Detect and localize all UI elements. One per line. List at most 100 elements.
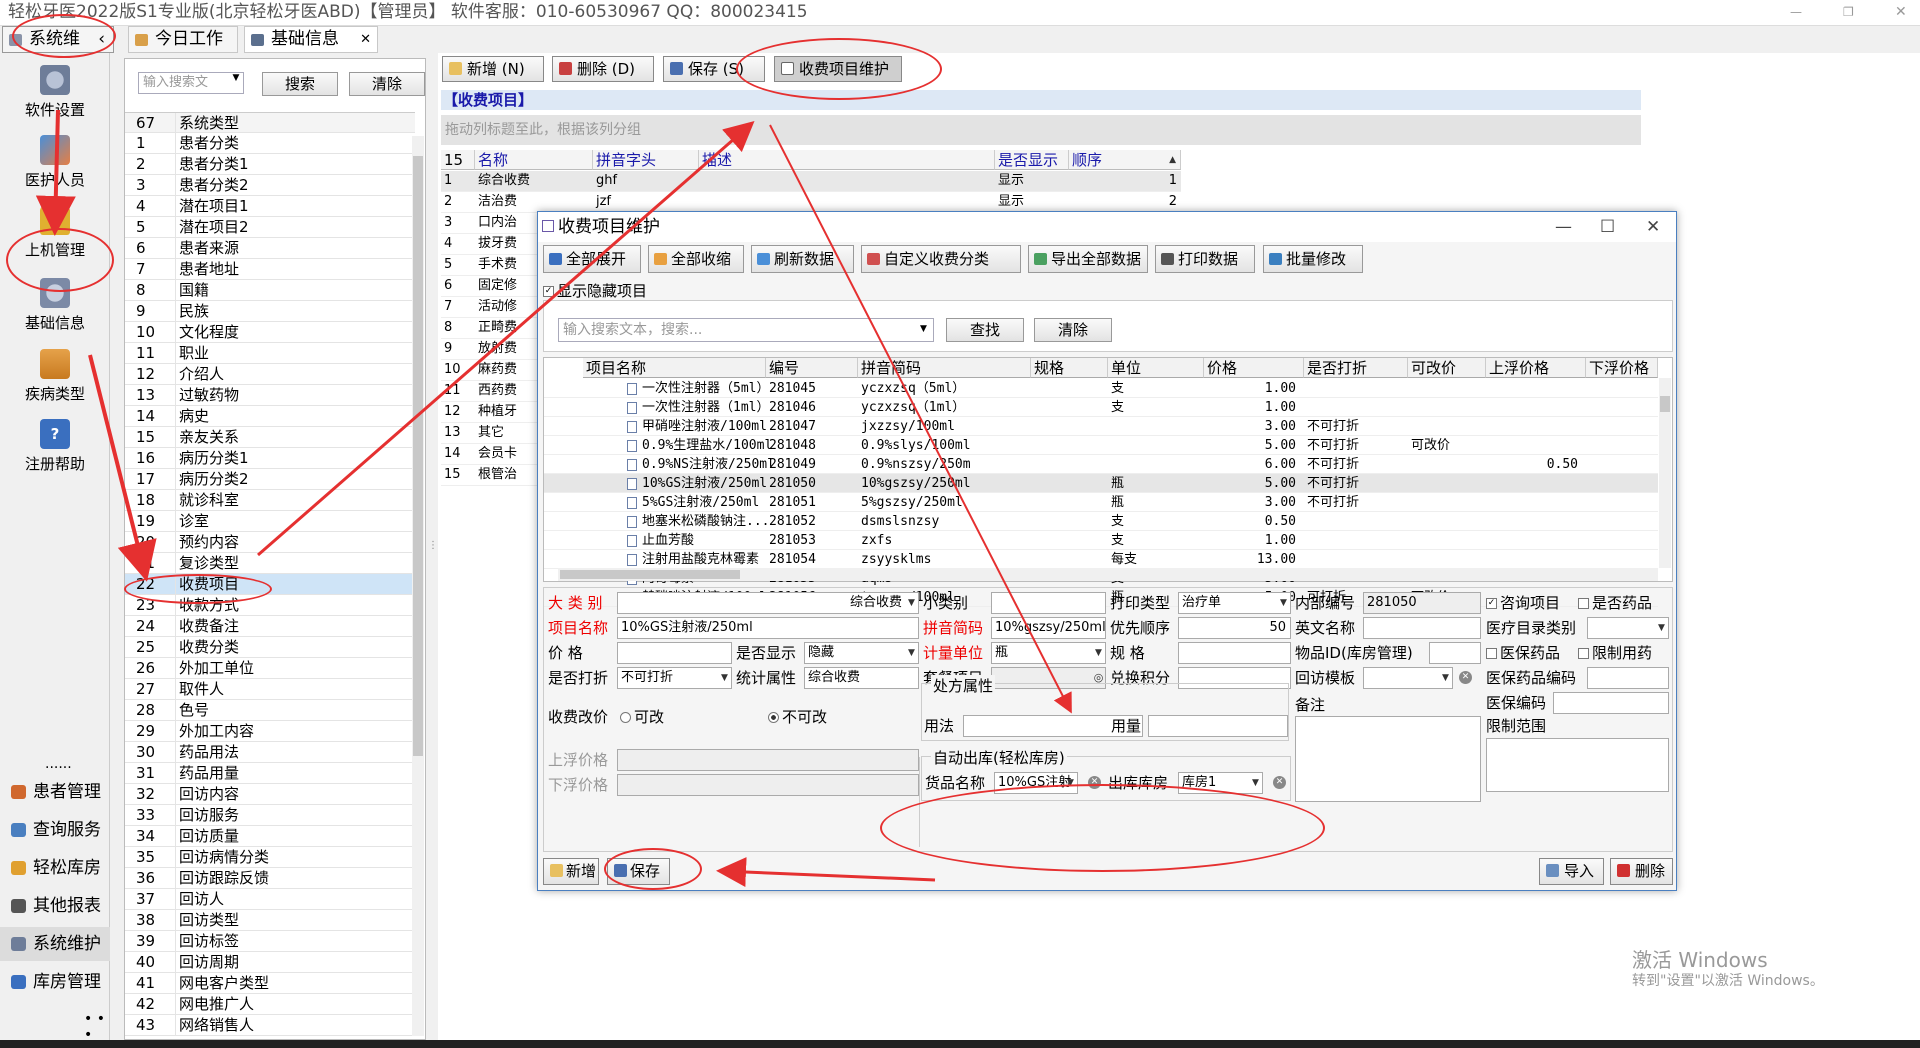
name-field[interactable]: 10%GS注射液/250ml: [617, 617, 919, 639]
custom-category-button[interactable]: 自定义收费分类: [861, 245, 1021, 273]
remark-textarea[interactable]: [1295, 716, 1481, 802]
col-order[interactable]: 顺序 ▲: [1069, 150, 1181, 170]
show-select[interactable]: 隐藏 ▼: [804, 642, 919, 664]
list-search-input[interactable]: 输入搜索文: [138, 72, 244, 94]
close-tab-icon[interactable]: ✕: [360, 27, 371, 52]
dialog-minimize-icon[interactable]: —: [1555, 212, 1572, 242]
list-scrollbar[interactable]: [412, 136, 424, 1036]
list-item[interactable]: 11 职业: [125, 343, 415, 364]
print-type-select[interactable]: 治疗单 ▼: [1178, 592, 1291, 614]
list-item[interactable]: 9 民族: [125, 301, 415, 322]
col-header[interactable]: 价格: [1204, 358, 1304, 378]
dialog-add-button[interactable]: 新增: [543, 858, 599, 885]
nav-disease-types[interactable]: 疾病类型: [0, 349, 110, 404]
ins-code-field[interactable]: [1553, 692, 1669, 714]
visit-tpl-select[interactable]: ▼: [1363, 667, 1453, 689]
list-item[interactable]: 43 网络销售人: [125, 1015, 415, 1036]
en-name-field[interactable]: [1363, 617, 1481, 639]
col-header[interactable]: 是否打折: [1304, 358, 1408, 378]
list-item[interactable]: 8 国籍: [125, 280, 415, 301]
dropdown-arrow-icon[interactable]: ▼: [920, 324, 927, 334]
dialog-import-button[interactable]: 导入: [1539, 858, 1604, 885]
list-item[interactable]: 27 取件人: [125, 679, 415, 700]
nav-system-maintain[interactable]: 系统维护: [0, 927, 110, 961]
dialog-search-input[interactable]: 输入搜索文本，搜索...: [558, 318, 934, 342]
discount-select[interactable]: 不可打折 ▼: [617, 667, 732, 689]
list-item[interactable]: 25 收费分类: [125, 637, 415, 658]
list-item[interactable]: 1 患者分类: [125, 133, 415, 154]
list-item[interactable]: 15 亲友关系: [125, 427, 415, 448]
list-item[interactable]: 29 外加工内容: [125, 721, 415, 742]
list-item[interactable]: 6 患者来源: [125, 238, 415, 259]
big-cat-select[interactable]: 综合收费 ▼: [617, 592, 919, 614]
clear-icon[interactable]: ✕: [1459, 671, 1472, 684]
print-data-button[interactable]: 打印数据: [1155, 245, 1255, 273]
list-item[interactable]: 40 回访周期: [125, 952, 415, 973]
expand-all-button[interactable]: 全部展开: [543, 245, 641, 273]
list-item[interactable]: 28 色号: [125, 700, 415, 721]
list-item[interactable]: 38 回访类型: [125, 910, 415, 931]
list-item[interactable]: 18 就诊科室: [125, 490, 415, 511]
price-field[interactable]: [617, 642, 732, 664]
dropdown-arrow-icon[interactable]: ▼: [230, 73, 242, 83]
list-item[interactable]: 7 患者地址: [125, 259, 415, 280]
nav-other-reports[interactable]: 其他报表: [0, 889, 110, 923]
items-vscroll[interactable]: [1659, 378, 1671, 568]
nav-software-settings[interactable]: 软件设置: [0, 65, 110, 120]
restore-icon[interactable]: ❐: [1843, 0, 1854, 24]
list-item[interactable]: 30 药品用法: [125, 742, 415, 763]
small-cat-field[interactable]: [991, 592, 1106, 614]
batch-edit-button[interactable]: 批量修改: [1263, 245, 1363, 273]
list-item[interactable]: 32 回访内容: [125, 784, 415, 805]
nav-medical-staff[interactable]: 医护人员: [0, 135, 110, 190]
scroll-thumb[interactable]: [413, 156, 423, 756]
list-item[interactable]: 16 病历分类1: [125, 448, 415, 469]
spec-field[interactable]: [1178, 642, 1291, 664]
list-item[interactable]: 24 收费备注: [125, 616, 415, 637]
dialog-clear-button[interactable]: 清除: [1034, 318, 1112, 342]
ins-drug-code-field[interactable]: [1587, 667, 1669, 689]
find-button[interactable]: 查找: [946, 318, 1024, 342]
nav-easy-warehouse[interactable]: 轻松库房: [0, 851, 110, 885]
nav-register-help[interactable]: ? 注册帮助: [0, 419, 110, 474]
col-header[interactable]: 下浮价格: [1586, 358, 1658, 378]
list-item[interactable]: 14 病史: [125, 406, 415, 427]
more-icon[interactable]: • • •: [84, 1011, 109, 1043]
refresh-data-button[interactable]: 刷新数据: [751, 245, 854, 273]
dialog-delete-button[interactable]: 删除: [1610, 858, 1673, 885]
add-button[interactable]: 新增 (N): [442, 56, 544, 82]
items-hscroll[interactable]: [558, 568, 1658, 581]
col-name[interactable]: 名称: [475, 150, 593, 170]
consult-checkbox[interactable]: ✓ 咨询项目: [1486, 592, 1560, 614]
priority-field[interactable]: 50: [1178, 617, 1291, 639]
list-item[interactable]: 12 介绍人: [125, 364, 415, 385]
list-item[interactable]: 31 药品用量: [125, 763, 415, 784]
col-header[interactable]: 编号: [766, 358, 858, 378]
list-item[interactable]: 35 回访病情分类: [125, 847, 415, 868]
col-desc[interactable]: 描述: [699, 150, 995, 170]
list-item[interactable]: 3 患者分类2: [125, 175, 415, 196]
dosage-field[interactable]: [1148, 715, 1288, 737]
clear-icon[interactable]: ✕: [1273, 776, 1286, 789]
list-item[interactable]: 20 预约内容: [125, 532, 415, 553]
py-field[interactable]: 10%gszsy/250ml: [991, 617, 1106, 639]
scroll-thumb[interactable]: [1660, 396, 1670, 412]
list-item[interactable]: 33 回访服务: [125, 805, 415, 826]
scroll-thumb[interactable]: [560, 570, 740, 579]
list-item[interactable]: 41 网电客户类型: [125, 973, 415, 994]
minimize-icon[interactable]: —: [1790, 0, 1802, 24]
col-header[interactable]: 拼音简码: [858, 358, 1031, 378]
list-item[interactable]: 2 患者分类1: [125, 154, 415, 175]
list-clear-button[interactable]: 清除: [349, 72, 425, 96]
close-icon[interactable]: ✕: [1895, 0, 1907, 24]
restrict-checkbox[interactable]: 限制用药: [1578, 642, 1652, 664]
med-cat-select[interactable]: ▼: [1587, 617, 1669, 639]
delete-button[interactable]: 删除 (D): [552, 56, 654, 82]
dialog-maximize-icon[interactable]: ☐: [1600, 212, 1615, 242]
list-item[interactable]: 5 潜在项目2: [125, 217, 415, 238]
list-item[interactable]: 26 外加工单位: [125, 658, 415, 679]
export-all-button[interactable]: 导出全部数据: [1028, 245, 1148, 273]
ins-drug-checkbox[interactable]: 医保药品: [1486, 642, 1560, 664]
list-item[interactable]: 42 网电推广人: [125, 994, 415, 1015]
nav-patient-manage[interactable]: 患者管理: [0, 775, 110, 809]
